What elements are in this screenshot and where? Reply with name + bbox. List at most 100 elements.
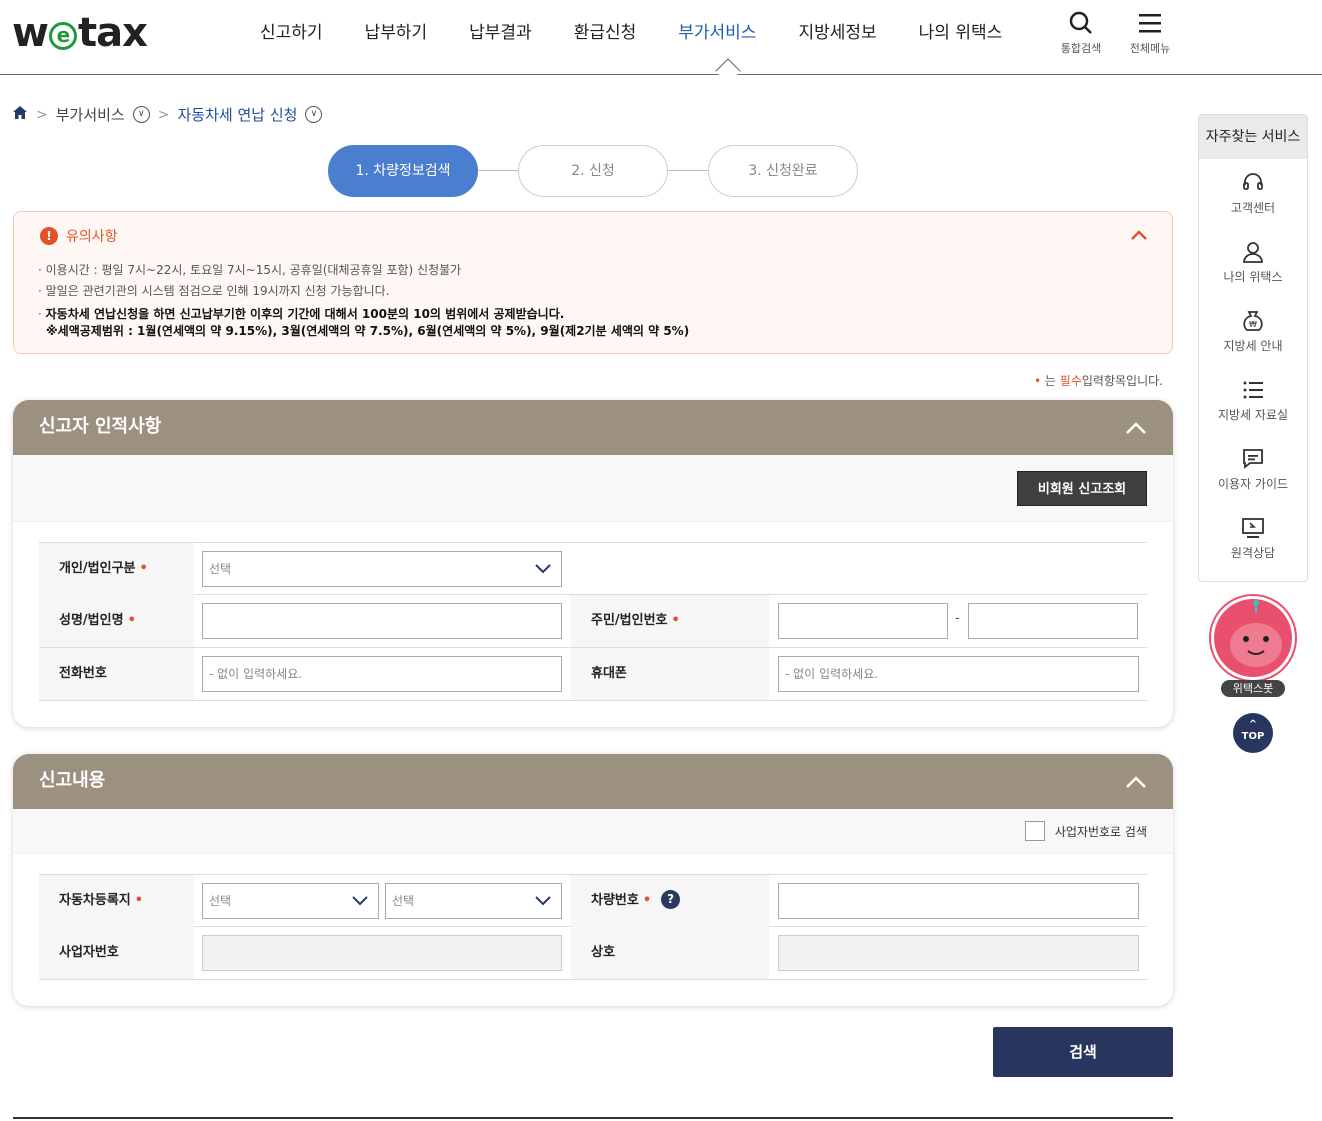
chevron-down-icon[interactable]: ∨ <box>305 106 323 123</box>
menu-item-refund[interactable]: 환급신청 <box>574 18 637 43</box>
bot-avatar <box>1211 596 1295 680</box>
help-icon[interactable]: ? <box>661 890 681 909</box>
step-3: 3. 신청완료 <box>708 145 858 197</box>
alert-icon: ! <box>40 227 58 245</box>
panel-title: 신고자 인적사항 <box>39 416 162 437</box>
table-row: 자동차등록지 • 선택 선택 차량번호 •? <box>39 874 1147 927</box>
bottom-divider <box>13 1117 1173 1119</box>
notice-box: ! 유의사항 · 이용시간 : 평일 7시~22시, 토요일 7시~15시, 공… <box>13 211 1173 354</box>
field-label: 자동차등록지 • <box>39 875 194 927</box>
quick-item-my-wetax[interactable]: 나의 위택스 <box>1199 228 1307 297</box>
breadcrumb-level1[interactable]: 부가서비스 <box>56 104 125 125</box>
user-icon <box>1243 242 1263 263</box>
id-number-front-input[interactable] <box>778 603 948 639</box>
field-label: 성명/법인명 • <box>39 595 194 647</box>
chevron-down-icon[interactable]: ∨ <box>132 106 150 123</box>
bot-label: 위택스봇 <box>1221 680 1285 697</box>
monitor-icon <box>1242 518 1264 538</box>
breadcrumb: > 부가서비스 ∨ > 자동차세 연납 신청 ∨ <box>12 104 323 125</box>
active-menu-caret <box>715 58 741 84</box>
id-number-back-input[interactable] <box>968 603 1138 639</box>
region-select-2[interactable]: 선택 <box>385 883 562 919</box>
all-menu-button[interactable]: 전체메뉴 <box>1120 10 1180 56</box>
search-icon <box>1051 10 1111 40</box>
table-row: 개인/법인구분 • 선택 <box>39 542 1147 595</box>
search-label: 통합검색 <box>1060 42 1102 55</box>
phone-input[interactable]: - 없이 입력하세요. <box>202 656 562 692</box>
field-label: 휴대폰 <box>571 648 769 700</box>
breadcrumb-current[interactable]: 자동차세 연납 신청 <box>177 104 297 125</box>
field-label: 상호 <box>571 927 769 979</box>
home-icon[interactable] <box>12 105 28 124</box>
mobile-input[interactable]: - 없이 입력하세요. <box>778 656 1139 692</box>
biz-number-search-checkbox[interactable]: 사업자번호로 검색 <box>1024 821 1147 841</box>
field-label: 개인/법인구분 • <box>39 543 194 595</box>
step-2: 2. 신청 <box>518 145 668 197</box>
biz-number-input <box>202 935 562 971</box>
quick-menu: 자주찾는 서비스 고객센터 나의 위택스 ₩ 지방세 안내 지방세 자료실 이용… <box>1198 114 1308 582</box>
quick-item-local-tax-library[interactable]: 지방세 자료실 <box>1199 366 1307 435</box>
panel-header: 신고자 인적사항 <box>13 400 1173 455</box>
quick-item-remote-support[interactable]: 원격상담 <box>1199 504 1307 573</box>
notice-list: · 이용시간 : 평일 7시~22시, 토요일 7시~15시, 공휴일(대체공휴… <box>38 260 689 340</box>
quick-menu-title: 자주찾는 서비스 <box>1199 115 1307 159</box>
arrow-up-icon: ^ <box>1248 719 1258 730</box>
search-button[interactable]: 통합검색 <box>1051 10 1111 56</box>
wetax-logo[interactable]: w e tax <box>12 10 148 56</box>
notice-item: · 말일은 관련기관의 시스템 점검으로 인해 19시까지 신청 가능합니다. <box>38 284 390 298</box>
panel-header: 신고내용 <box>13 754 1173 809</box>
svg-text:₩: ₩ <box>1249 320 1257 329</box>
hamburger-icon <box>1120 10 1180 40</box>
field-label: 차량번호 •? <box>571 875 769 927</box>
chevron-down-icon <box>352 896 368 906</box>
progress-steps: 1. 차량정보검색 2. 신청 3. 신청완료 <box>328 145 858 197</box>
wetax-bot[interactable]: 위택스봇 <box>1209 596 1297 697</box>
all-menu-label: 전체메뉴 <box>1129 42 1171 55</box>
chevron-up-icon[interactable] <box>1125 771 1147 793</box>
checkbox-box[interactable] <box>1024 821 1045 841</box>
global-header: w e tax 신고하기 납부하기 납부결과 환급신청 부가서비스 지방세정보 나의… <box>0 0 1322 84</box>
quick-item-local-tax-guide[interactable]: ₩ 지방세 안내 <box>1199 297 1307 366</box>
chevron-down-icon <box>535 896 551 906</box>
panel-toolbar: 사업자번호로 검색 <box>13 809 1173 854</box>
table-row: 성명/법인명 • 주민/법인번호 • - <box>39 595 1147 648</box>
scroll-top-button[interactable]: ^ TOP <box>1233 713 1273 753</box>
panel-title: 신고내용 <box>39 770 106 791</box>
search-submit-button[interactable]: 검색 <box>993 1027 1173 1077</box>
collapse-toggle[interactable] <box>1130 226 1148 245</box>
main-menu: 신고하기 납부하기 납부결과 환급신청 부가서비스 지방세정보 나의 위택스 <box>260 18 1044 43</box>
notice-sub-item: ※세액공제범위 : 1월(연세액의 약 9.15%), 3월(연세액의 약 7.… <box>46 324 690 338</box>
step-1: 1. 차량정보검색 <box>328 145 478 197</box>
report-content-panel: 신고내용 사업자번호로 검색 자동차등록지 • 선택 선택 차량번호 •? 사업자번… <box>13 754 1173 1006</box>
quick-item-customer-center[interactable]: 고객센터 <box>1199 159 1307 228</box>
non-member-lookup-button[interactable]: 비회원 신고조회 <box>1017 471 1147 506</box>
menu-item-local-tax-info[interactable]: 지방세정보 <box>798 18 876 43</box>
region-select-1[interactable]: 선택 <box>202 883 379 919</box>
menu-item-report[interactable]: 신고하기 <box>260 18 323 43</box>
notice-header: ! 유의사항 <box>40 226 118 246</box>
notice-item: · 이용시간 : 평일 7시~22시, 토요일 7시~15시, 공휴일(대체공휴… <box>38 263 462 277</box>
menu-item-my-wetax[interactable]: 나의 위택스 <box>919 18 1003 43</box>
name-input[interactable] <box>202 603 562 639</box>
required-note: • 는 필수입력항목입니다. <box>1034 374 1163 388</box>
field-label: 사업자번호 <box>39 927 194 979</box>
table-row: 사업자번호 상호 <box>39 927 1147 980</box>
list-icon <box>1243 381 1263 399</box>
menu-item-extra-services[interactable]: 부가서비스 <box>678 18 756 43</box>
chevron-down-icon <box>535 564 551 574</box>
money-bag-icon: ₩ <box>1243 311 1263 331</box>
step-connector <box>478 170 518 171</box>
chevron-up-icon[interactable] <box>1125 417 1147 439</box>
reporter-info-panel: 신고자 인적사항 비회원 신고조회 개인/법인구분 • 선택 성명/법인명 • 주민… <box>13 400 1173 727</box>
quick-item-user-guide[interactable]: 이용자 가이드 <box>1199 435 1307 504</box>
breadcrumb-separator: > <box>157 106 170 123</box>
type-select[interactable]: 선택 <box>202 551 562 587</box>
menu-item-pay[interactable]: 납부하기 <box>365 18 428 43</box>
panel-toolbar: 비회원 신고조회 <box>13 455 1173 522</box>
car-number-input[interactable] <box>778 883 1139 919</box>
notice-title: 유의사항 <box>66 229 118 245</box>
field-label: 전화번호 <box>39 648 194 700</box>
headset-icon <box>1243 173 1263 190</box>
field-label: 주민/법인번호 • <box>571 595 769 647</box>
menu-item-pay-result[interactable]: 납부결과 <box>469 18 532 43</box>
